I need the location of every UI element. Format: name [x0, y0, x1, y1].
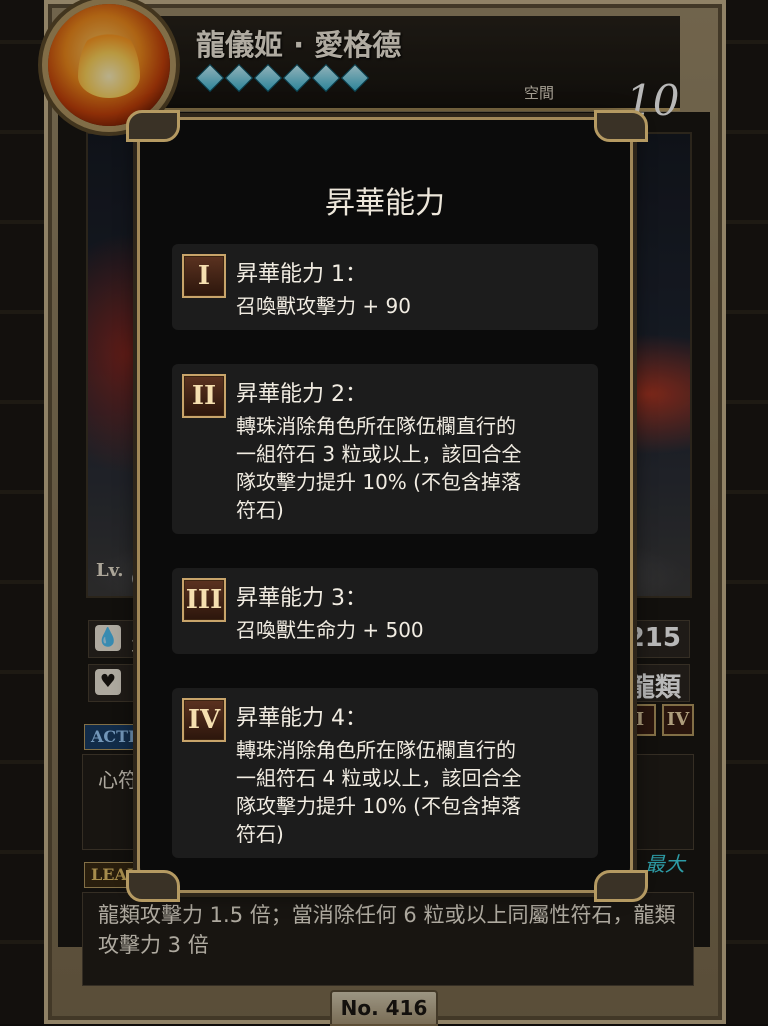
ability-panel-4: IV 昇華能力 4： 轉珠消除角色所在隊伍欄直行的 一組符石 4 粒或以上，該回… — [172, 688, 598, 858]
popup-corner-ornament — [126, 110, 180, 142]
ability-name: 昇華能力 4： — [236, 706, 367, 731]
ability-name: 昇華能力 1： — [236, 262, 367, 287]
ability-name: 昇華能力 2： — [236, 382, 367, 407]
ability-panel-1: I 昇華能力 1： 召喚獸攻擊力 + 90 — [172, 244, 598, 330]
numeral-iv-icon: IV — [182, 698, 226, 742]
popup-corner-ornament — [594, 110, 648, 142]
popup-corner-ornament — [594, 870, 648, 902]
ability-panel-3: III 昇華能力 3： 召喚獸生命力 + 500 — [172, 568, 598, 654]
ascension-popup[interactable]: 昇華能力 I 昇華能力 1： 召喚獸攻擊力 + 90 II 昇華能力 2： 轉珠… — [140, 120, 630, 890]
numeral-iii-icon: III — [182, 578, 226, 622]
popup-corner-ornament — [126, 870, 180, 902]
popup-title: 昇華能力 — [325, 186, 445, 221]
ability-description: 轉珠消除角色所在隊伍欄直行的 一組符石 3 粒或以上，該回合全 隊攻擊力提升 1… — [236, 414, 522, 522]
numeral-i-icon: I — [182, 254, 226, 298]
ability-description: 召喚獸生命力 + 500 — [236, 618, 424, 642]
ability-name: 昇華能力 3： — [236, 586, 367, 611]
ability-panel-2: II 昇華能力 2： 轉珠消除角色所在隊伍欄直行的 一組符石 3 粒或以上，該回… — [172, 364, 598, 534]
numeral-ii-icon: II — [182, 374, 226, 418]
ability-description: 轉珠消除角色所在隊伍欄直行的 一組符石 4 粒或以上，該回合全 隊攻擊力提升 1… — [236, 738, 522, 846]
ability-description: 召喚獸攻擊力 + 90 — [236, 294, 411, 318]
